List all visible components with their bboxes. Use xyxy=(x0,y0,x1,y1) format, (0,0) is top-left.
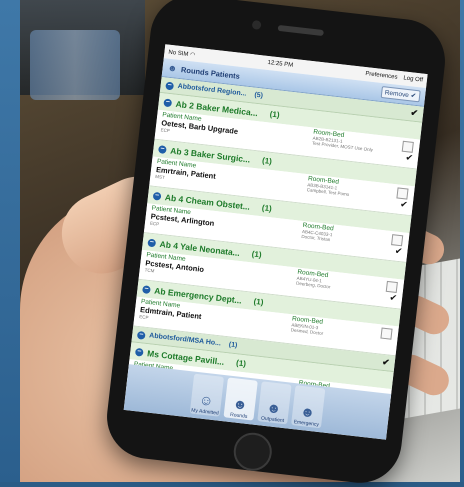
unit-count: (1) xyxy=(251,249,263,260)
collapse-icon[interactable]: − xyxy=(152,191,162,201)
unit-count: (1) xyxy=(235,358,247,369)
group-icon: ☻ xyxy=(231,395,249,413)
remove-label: Remove xyxy=(384,89,410,100)
tab-label: My Admitted xyxy=(190,407,219,417)
checkmark-icon[interactable]: ✔ xyxy=(394,246,403,258)
preferences-link[interactable]: Preferences xyxy=(365,71,398,81)
tab-outpatient[interactable]: ☻ Outpatient xyxy=(257,381,292,425)
tab-label: Rounds xyxy=(229,411,248,420)
front-camera xyxy=(251,19,262,30)
checkmark-icon: ✔ xyxy=(410,92,417,100)
tab-label: Outpatient xyxy=(260,415,285,425)
unit-count: (1) xyxy=(261,203,273,214)
group-icon: ☻ xyxy=(265,399,283,417)
wifi-icon: ◠ xyxy=(189,51,196,59)
tab-label: Emergency xyxy=(293,419,320,429)
select-checkbox[interactable] xyxy=(395,187,409,200)
tab-rounds[interactable]: ☻ Rounds xyxy=(223,377,258,421)
clock: 12:25 PM xyxy=(267,59,294,69)
carrier-label: No SIM xyxy=(168,49,189,58)
phone-screen: No SIM ◠ 12:25 PM Preferences Log Off ☻ … xyxy=(123,44,428,440)
person-icon: ☺ xyxy=(198,391,215,409)
collapse-icon[interactable]: − xyxy=(136,330,146,340)
tab-emergency[interactable]: ☻ Emergency xyxy=(291,385,326,429)
collapse-icon[interactable]: − xyxy=(158,144,167,154)
checkmark-icon[interactable]: ✔ xyxy=(382,357,391,369)
collapse-icon[interactable]: − xyxy=(147,238,157,247)
unit-count: (1) xyxy=(253,296,264,307)
region-count: (5) xyxy=(253,91,264,100)
collapse-icon[interactable]: − xyxy=(163,97,173,107)
select-checkbox[interactable] xyxy=(379,327,393,340)
log-off-link[interactable]: Log Off xyxy=(403,75,423,83)
patient-list: − Abbotsford Region... (5) ✔ − Ab 2 Bake… xyxy=(126,77,424,419)
select-checkbox[interactable] xyxy=(390,234,403,247)
group-icon: ☻ xyxy=(299,402,316,421)
checkmark-icon[interactable]: ✔ xyxy=(405,152,414,164)
select-checkbox[interactable] xyxy=(385,280,398,293)
unit-count: (1) xyxy=(269,109,281,120)
checkmark-icon[interactable]: ✔ xyxy=(389,292,398,304)
remove-button[interactable]: Remove ✔ xyxy=(380,85,421,103)
tab-my-admitted[interactable]: ☺ My Admitted xyxy=(189,373,225,417)
region-count: (1) xyxy=(228,341,238,350)
checkmark-icon[interactable]: ✔ xyxy=(410,107,419,119)
background-jar xyxy=(30,30,120,100)
collapse-icon[interactable]: − xyxy=(142,284,151,294)
speaker-grille xyxy=(277,24,324,37)
smartphone: No SIM ◠ 12:25 PM Preferences Log Off ☻ … xyxy=(102,0,450,487)
home-button[interactable] xyxy=(231,430,274,473)
rounds-icon: ☻ xyxy=(167,62,178,74)
checkmark-icon[interactable]: ✔ xyxy=(400,199,409,211)
collapse-icon[interactable]: − xyxy=(134,347,144,357)
collapse-icon[interactable]: − xyxy=(165,81,175,90)
unit-count: (1) xyxy=(261,155,273,167)
select-checkbox[interactable] xyxy=(401,140,414,153)
